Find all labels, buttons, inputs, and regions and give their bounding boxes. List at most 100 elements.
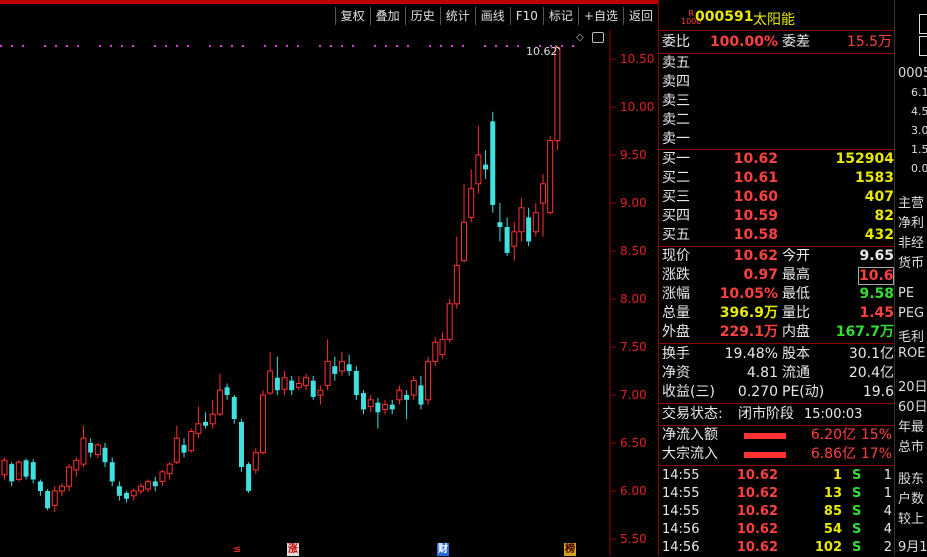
candle-body-down <box>346 364 352 371</box>
y-tick-label: 6.00 <box>620 484 647 498</box>
f10-button[interactable]: F10 <box>509 7 543 25</box>
tick-row: 14:56 10.62 102 S 2 <box>662 539 894 557</box>
candlestick-svg[interactable] <box>0 30 658 556</box>
flow-amount: 6.20亿 <box>810 427 856 443</box>
chart-toolbar: 复权 叠加 历史 统计 画线 F10 标记 +自选 返回 <box>0 0 658 30</box>
candle-body-down <box>9 464 15 482</box>
tick-time: 14:56 <box>662 522 700 537</box>
y-tick-label: 9.00 <box>620 196 647 210</box>
bid-label: 买二 <box>662 170 690 186</box>
edge-text: 货币 <box>898 256 925 271</box>
divider <box>659 343 895 344</box>
history-button[interactable]: 历史 <box>404 7 440 25</box>
tick-time: 14:55 <box>662 468 700 483</box>
fq-button[interactable]: 复权 <box>334 7 370 25</box>
candle-body-up <box>461 221 468 262</box>
edge-text: 0.0 <box>911 162 927 175</box>
ask-row[interactable]: 卖三 <box>662 92 892 111</box>
event-marker[interactable]: 榜 <box>564 543 576 556</box>
y-tick-label: 6.50 <box>620 436 647 450</box>
back-button[interactable]: 返回 <box>622 7 658 25</box>
ask-row[interactable]: 卖二 <box>662 111 892 130</box>
candle-body-down <box>124 492 130 499</box>
kline-chart[interactable]: 10.50 10.00 9.50 9.00 8.50 8.00 7.50 7.0… <box>0 30 658 556</box>
candle-body-up <box>324 360 331 386</box>
candle-body-up <box>338 360 345 372</box>
candle-body-up <box>259 394 266 454</box>
stat2-row: 净资 4.81 流通 20.4亿 <box>662 364 894 383</box>
overlay-button[interactable]: 叠加 <box>369 7 405 25</box>
add-watchlist-button[interactable]: +自选 <box>577 7 623 25</box>
stats-button[interactable]: 统计 <box>439 7 475 25</box>
stat-row: 外盘 229.1万 内盘 167.7万 <box>662 323 894 342</box>
ask-row[interactable]: 卖四 <box>662 73 892 92</box>
tick-price: 10.62 <box>736 486 778 501</box>
tick-row: 14:55 10.62 13 S 1 <box>662 485 894 503</box>
edge-text: 20日 <box>898 380 927 395</box>
edge-text: 9月1 <box>898 540 927 555</box>
bid-row[interactable]: 买五 10.58 432 <box>662 226 894 245</box>
toolbar-accent-line <box>0 0 658 4</box>
indicator-dot <box>429 45 431 47</box>
candle-body-down <box>274 377 280 391</box>
edge-text: PE <box>898 286 915 301</box>
bid-price: 10.61 <box>733 170 778 186</box>
bid-row[interactable]: 买二 10.61 1583 <box>662 169 894 188</box>
y-tick-label: 8.50 <box>620 244 647 258</box>
bid-volume: 1583 <box>855 170 894 186</box>
flow-label: 净流入额 <box>662 427 718 443</box>
bid-price: 10.59 <box>733 208 778 224</box>
candle-body-up <box>73 459 80 471</box>
ask-row[interactable]: 卖一 <box>662 130 892 149</box>
candle-body-up <box>554 46 561 142</box>
candle-body-up <box>468 188 475 218</box>
stat-value: 167.7万 <box>835 324 894 340</box>
draw-line-button[interactable]: 画线 <box>474 7 510 25</box>
indicator-dot <box>572 45 574 47</box>
stat-value: 0.270 <box>737 384 778 400</box>
ask-label: 卖五 <box>662 55 690 71</box>
candle-body-up <box>432 341 439 362</box>
event-marker[interactable]: 财 <box>437 543 449 556</box>
ask-label: 卖一 <box>662 131 690 147</box>
bid-row[interactable]: 买四 10.59 82 <box>662 207 894 226</box>
indicator-dot <box>220 45 222 47</box>
tick-time: 14:55 <box>662 486 700 501</box>
stat-value: 30.1亿 <box>848 346 894 362</box>
tick-price: 10.62 <box>736 504 778 519</box>
candle-body-down <box>109 462 115 482</box>
stat-label: 现价 <box>662 248 690 264</box>
edge-text: 1.5 <box>911 143 927 156</box>
stat-row: 涨幅 10.05% 最低 9.58 <box>662 285 894 304</box>
edge-box-icon[interactable] <box>919 36 927 56</box>
edge-box-icon[interactable] <box>919 14 927 34</box>
candle-body-up <box>209 413 216 425</box>
trade-status-row: 交易状态: 闭市阶段 15:00:03 <box>662 405 892 424</box>
mark-button[interactable]: 标记 <box>542 7 578 25</box>
candle-body-down <box>375 402 381 413</box>
y-tick-label: 10.00 <box>620 100 655 114</box>
edge-text: 3.0 <box>911 124 927 137</box>
tick-count: 1 <box>883 468 892 483</box>
tick-volume: 102 <box>814 540 842 555</box>
tick-time: 14:55 <box>662 504 700 519</box>
candle-body-down <box>504 227 510 253</box>
panel-toggle-icon[interactable] <box>592 32 604 43</box>
bid-volume: 407 <box>864 189 894 205</box>
candle-body-up <box>159 471 166 482</box>
bid-row[interactable]: 买一 10.62 152904 <box>662 150 894 169</box>
stat-value: 19.48% <box>724 346 778 362</box>
event-marker[interactable]: ≤ <box>231 543 243 556</box>
indicator-dot <box>22 45 24 47</box>
wb-value: 100.00% <box>709 34 778 50</box>
indicator-dot <box>407 45 409 47</box>
event-marker[interactable]: 涨 <box>287 543 299 556</box>
indicator-dot <box>385 45 387 47</box>
candle-body-up <box>396 389 403 401</box>
candle-body-up <box>252 452 259 471</box>
indicator-dot <box>561 45 563 47</box>
stat-value: 396.9万 <box>719 305 778 321</box>
status-value: 闭市阶段 <box>738 406 794 422</box>
bid-row[interactable]: 买三 10.60 407 <box>662 188 894 207</box>
ask-row[interactable]: 卖五 <box>662 54 892 73</box>
